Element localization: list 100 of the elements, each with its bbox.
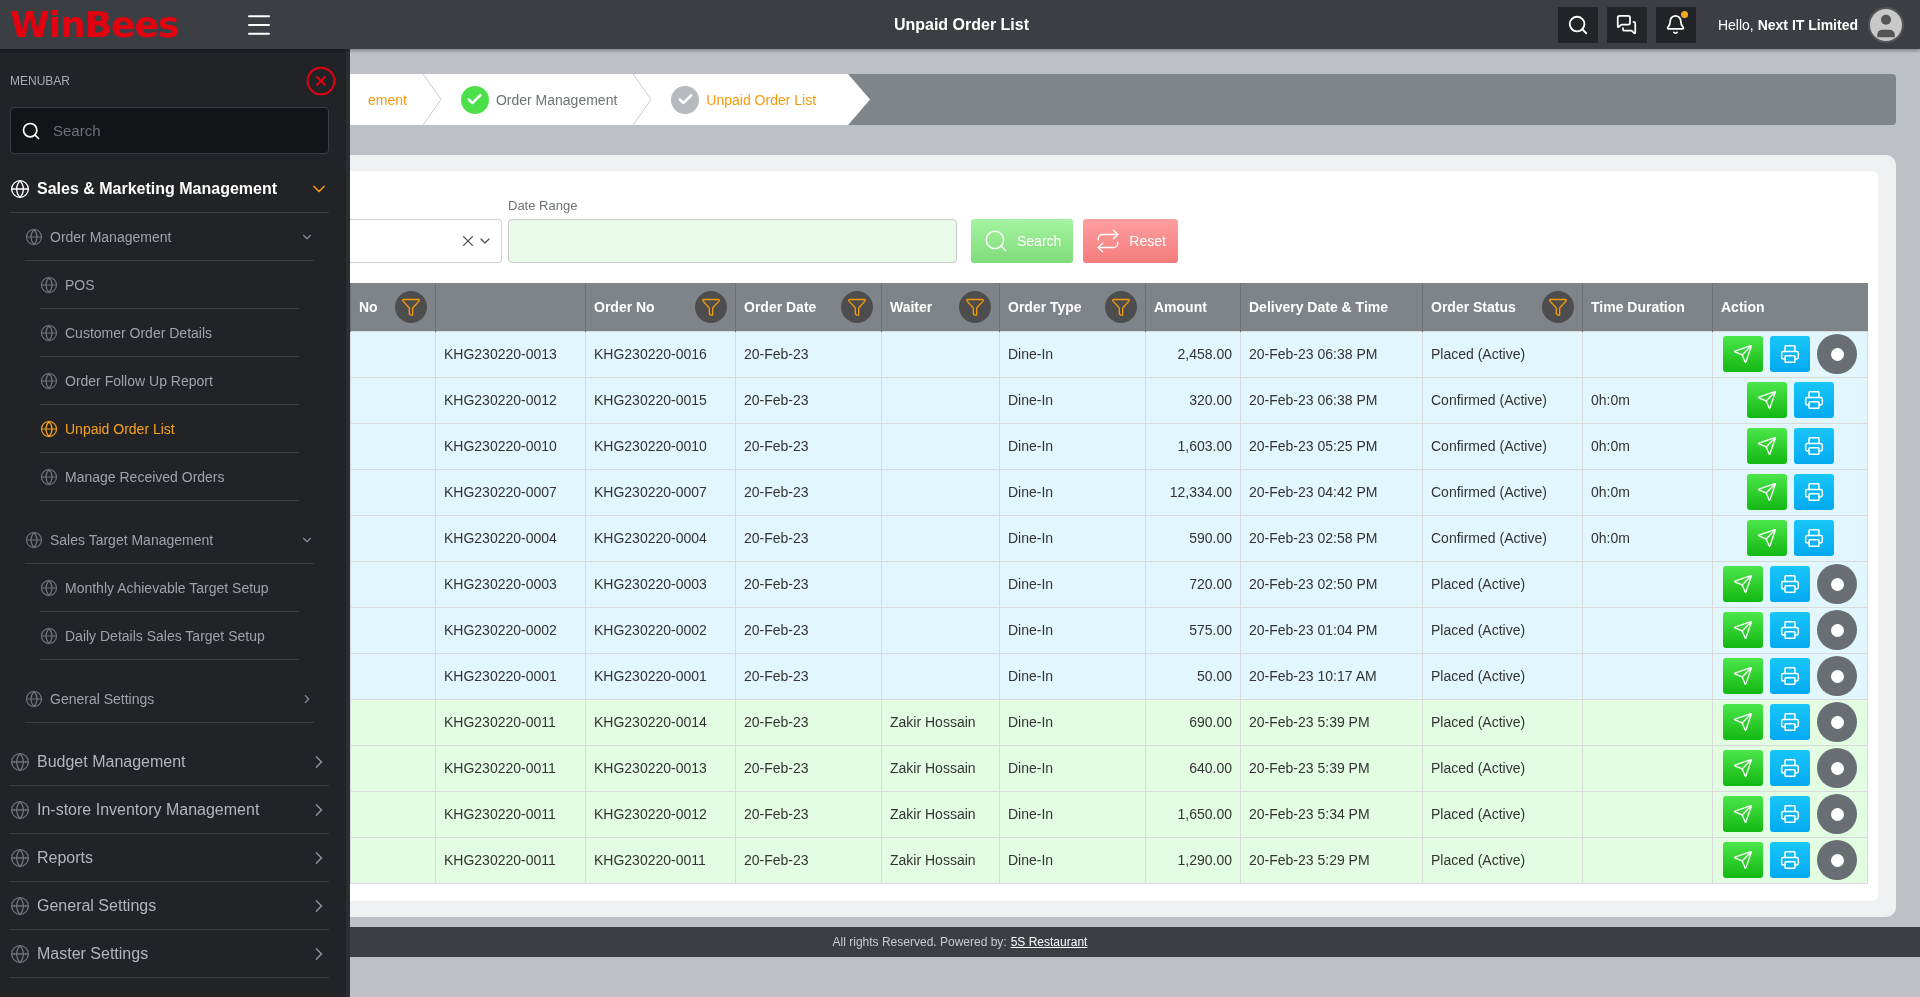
- status-button[interactable]: [1817, 840, 1857, 880]
- print-button[interactable]: [1793, 428, 1834, 464]
- print-button[interactable]: [1770, 566, 1810, 602]
- table-row[interactable]: KHG230220-0012 KHG230220-0015 20-Feb-23 Dine-In 320.00 20-Feb-23 06:38 PM Confirmed (Active) 0h:0m: [350, 377, 1868, 423]
- menu-item[interactable]: POS: [40, 261, 299, 309]
- table-cell: Dine-In: [999, 561, 1146, 607]
- footer-link[interactable]: 5S Restaurant: [1010, 934, 1088, 949]
- send-button[interactable]: [1723, 750, 1763, 786]
- filter-button[interactable]: [395, 290, 427, 323]
- table-cell: 1,290.00: [1145, 837, 1241, 883]
- search-button[interactable]: [1557, 6, 1598, 43]
- table-row[interactable]: KHG230220-0007 KHG230220-0007 20-Feb-23 Dine-In 12,334.00 20-Feb-23 04:42 PM Confirmed (Active) 0h:0m: [350, 469, 1868, 515]
- print-button[interactable]: [1770, 612, 1810, 648]
- table-row[interactable]: KHG230220-0011 KHG230220-0014 20-Feb-23 Zakir Hossain Dine-In 690.00 20-Feb-23 5:39 PM Placed (Active): [350, 699, 1868, 745]
- send-button[interactable]: [1723, 566, 1763, 602]
- globe-icon: [40, 323, 58, 342]
- send-button[interactable]: [1723, 336, 1763, 372]
- send-button[interactable]: [1746, 382, 1787, 418]
- send-icon: [1756, 528, 1777, 548]
- print-button[interactable]: [1770, 750, 1810, 786]
- print-button[interactable]: [1770, 658, 1810, 694]
- globe-icon: [40, 419, 58, 438]
- status-button[interactable]: [1817, 656, 1857, 696]
- status-button[interactable]: [1817, 610, 1857, 650]
- menu-item[interactable]: Monthly Achievable Target Setup: [40, 564, 299, 612]
- menu-item[interactable]: Order Follow Up Report: [40, 357, 299, 405]
- send-icon: [1733, 666, 1753, 686]
- table-cell: Dine-In: [999, 331, 1146, 377]
- menu-item[interactable]: Master Settings: [10, 930, 329, 978]
- column-title: Time Duration: [1591, 298, 1685, 315]
- menu-item[interactable]: Manage Received Orders: [40, 453, 299, 501]
- print-button[interactable]: [1770, 796, 1810, 832]
- breadcrumb-link[interactable]: Order Management: [442, 85, 632, 114]
- print-button[interactable]: [1793, 474, 1834, 510]
- status-button[interactable]: [1817, 702, 1857, 742]
- print-button[interactable]: [1793, 382, 1834, 418]
- printer-icon: [1803, 482, 1824, 502]
- search-field[interactable]: Search: [10, 107, 329, 154]
- menu-item[interactable]: Unpaid Order List: [40, 405, 299, 453]
- menu-item[interactable]: Daily Details Sales Target Setup: [40, 612, 299, 660]
- print-button[interactable]: [1793, 520, 1834, 556]
- table-row[interactable]: KHG230220-0004 KHG230220-0004 20-Feb-23 Dine-In 590.00 20-Feb-23 02:58 PM Confirmed (Active) 0h:0m: [350, 515, 1868, 561]
- table-cell: Dine-In: [999, 607, 1146, 653]
- send-button[interactable]: [1746, 474, 1787, 510]
- column-title: Delivery Date & Time: [1249, 298, 1389, 315]
- send-button[interactable]: [1746, 520, 1787, 556]
- select-field[interactable]: [350, 219, 502, 263]
- status-button[interactable]: [1817, 794, 1857, 834]
- table-cell: 50.00: [1145, 653, 1241, 699]
- table-cell: KHG230220-0003: [585, 561, 736, 607]
- menu-item[interactable]: Reports: [10, 834, 329, 882]
- chat-button[interactable]: [1606, 6, 1647, 43]
- field-label: Date Range: [508, 198, 579, 213]
- print-button[interactable]: [1770, 336, 1810, 372]
- table-cell: 20-Feb-23: [735, 791, 882, 837]
- menu-item[interactable]: Customer Order Details: [40, 309, 299, 357]
- status-button[interactable]: [1817, 748, 1857, 788]
- filter-icon: [847, 296, 867, 317]
- date-range-field[interactable]: [508, 219, 957, 263]
- column-title: Amount: [1154, 298, 1207, 315]
- column-title: Order Type: [1008, 298, 1082, 315]
- send-button[interactable]: [1723, 704, 1763, 740]
- table-row[interactable]: KHG230220-0002 KHG230220-0002 20-Feb-23 Dine-In 575.00 20-Feb-23 01:04 PM Placed (Active): [350, 607, 1868, 653]
- table-row[interactable]: KHG230220-0011 KHG230220-0011 20-Feb-23 Zakir Hossain Dine-In 1,290.00 20-Feb-23 5:29 PM Placed (Active): [350, 837, 1868, 883]
- menu-item[interactable]: In-store Inventory Management: [10, 786, 329, 834]
- printer-icon: [1780, 712, 1800, 732]
- send-icon: [1733, 620, 1753, 640]
- send-button[interactable]: [1746, 428, 1787, 464]
- table-cell: KHG230220-0015: [585, 377, 736, 423]
- filter-button[interactable]: [1105, 290, 1137, 323]
- filter-button[interactable]: [959, 290, 991, 323]
- status-button[interactable]: [1817, 334, 1857, 374]
- menu-item[interactable]: Budget Management: [10, 738, 329, 786]
- table-row[interactable]: KHG230220-0010 KHG230220-0010 20-Feb-23 Dine-In 1,603.00 20-Feb-23 05:25 PM Confirmed (Active) 0h:0m: [350, 423, 1868, 469]
- table-row[interactable]: KHG230220-0011 KHG230220-0012 20-Feb-23 Zakir Hossain Dine-In 1,650.00 20-Feb-23 5:34 PM Placed (Active): [350, 791, 1868, 837]
- status-button[interactable]: [1817, 564, 1857, 604]
- send-button[interactable]: [1723, 658, 1763, 694]
- table-row[interactable]: KHG230220-0011 KHG230220-0013 20-Feb-23 Zakir Hossain Dine-In 640.00 20-Feb-23 5:39 PM Placed (Active): [350, 745, 1868, 791]
- menu-item[interactable]: General Settings: [25, 675, 314, 723]
- print-button[interactable]: [1770, 842, 1810, 878]
- search-input[interactable]: Search: [51, 121, 318, 140]
- menu-item[interactable]: Sales & Marketing Management: [10, 165, 329, 213]
- send-button[interactable]: [1723, 842, 1763, 878]
- send-button[interactable]: [1723, 612, 1763, 648]
- print-button[interactable]: [1770, 704, 1810, 740]
- footer-text: All rights Reserved. Powered by:: [832, 934, 1007, 949]
- table-row[interactable]: KHG230220-0013 KHG230220-0016 20-Feb-23 Dine-In 2,458.00 20-Feb-23 06:38 PM Placed (Active): [350, 331, 1868, 377]
- filter-button[interactable]: [1542, 290, 1574, 323]
- globe-icon: [10, 943, 30, 964]
- filter-button[interactable]: [695, 290, 727, 323]
- close-button[interactable]: [305, 65, 337, 97]
- table-row[interactable]: KHG230220-0003 KHG230220-0003 20-Feb-23 Dine-In 720.00 20-Feb-23 02:50 PM Placed (Active): [350, 561, 1868, 607]
- notification-button[interactable]: [1655, 6, 1696, 43]
- table-row[interactable]: KHG230220-0001 KHG230220-0001 20-Feb-23 Dine-In 50.00 20-Feb-23 10:17 AM Placed (Active): [350, 653, 1868, 699]
- send-button[interactable]: [1723, 796, 1763, 832]
- menu-item[interactable]: Order Management: [25, 213, 314, 261]
- avatar[interactable]: [1868, 6, 1904, 43]
- menu-item[interactable]: Sales Target Management: [25, 516, 314, 564]
- filter-button[interactable]: [841, 290, 873, 323]
- menu-item[interactable]: General Settings: [10, 882, 329, 930]
